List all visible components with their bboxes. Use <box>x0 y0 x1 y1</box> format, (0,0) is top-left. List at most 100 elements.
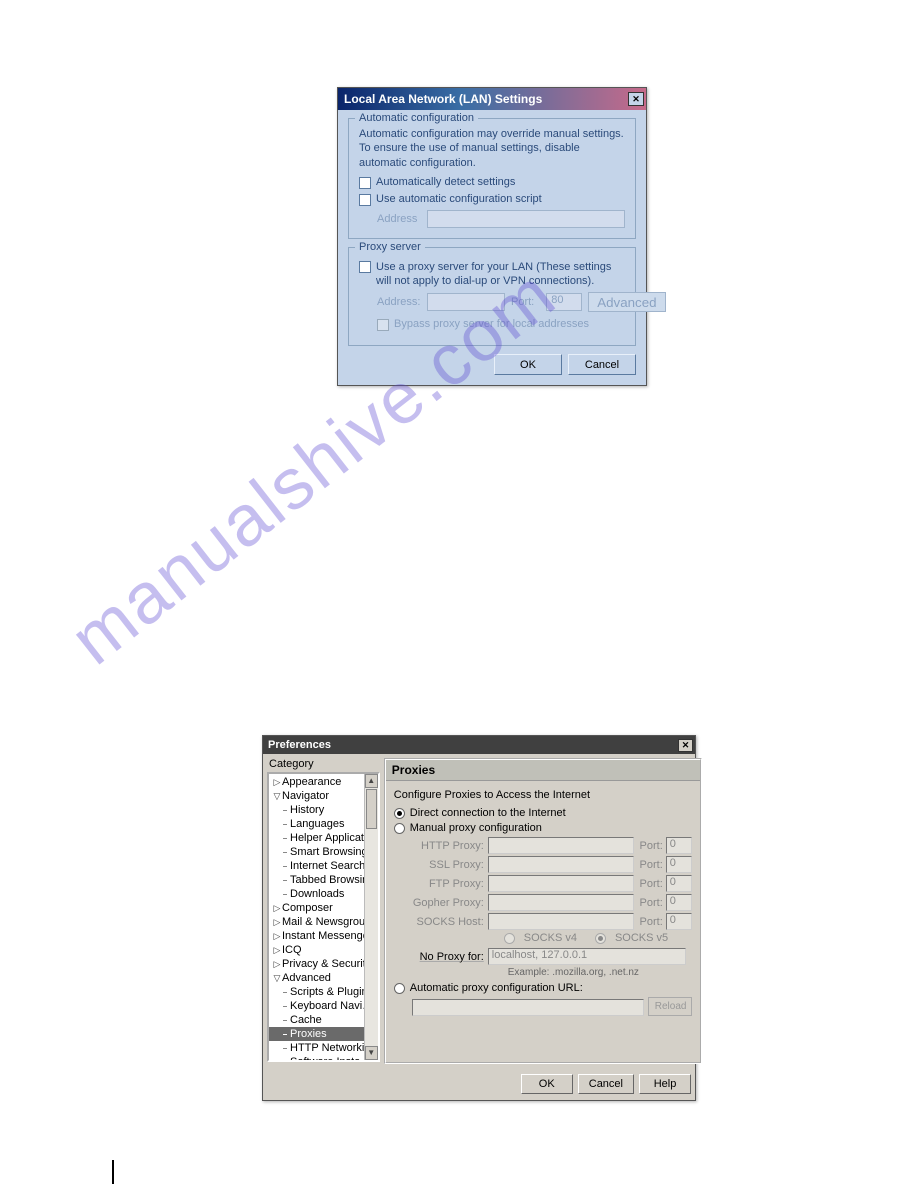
checkbox-icon[interactable] <box>359 261 371 273</box>
tree-item-label: Cache <box>290 1014 322 1026</box>
advanced-button: Advanced <box>588 292 665 312</box>
radio-icon <box>504 933 515 944</box>
scroll-thumb[interactable] <box>366 789 377 829</box>
tree-item[interactable]: Cache <box>269 1013 378 1027</box>
tree-item[interactable]: ▷Mail & Newsgroups <box>269 915 378 929</box>
proxy-address-row: Address: Port: 80 Advanced <box>377 292 625 312</box>
radio-manual-row[interactable]: Manual proxy configuration <box>394 822 692 834</box>
auto-address-row: Address <box>377 210 625 228</box>
radio-icon[interactable] <box>394 983 405 994</box>
socks-host-input <box>488 913 634 930</box>
checkbox-icon[interactable] <box>359 194 371 206</box>
socks-host-label: SOCKS Host: <box>412 916 484 928</box>
auto-detect-label: Automatically detect settings <box>376 176 515 188</box>
radio-direct-row[interactable]: Direct connection to the Internet <box>394 807 692 819</box>
socks-port-input: 0 <box>666 913 692 930</box>
socks4-label: SOCKS v4 <box>524 932 577 944</box>
scroll-down-icon[interactable]: ▼ <box>365 1046 378 1060</box>
tree-item[interactable]: Proxies <box>269 1027 378 1041</box>
tree-item[interactable]: Smart Browsing <box>269 845 378 859</box>
radio-icon[interactable] <box>394 823 405 834</box>
cancel-button[interactable]: Cancel <box>578 1074 634 1094</box>
tree-item[interactable]: HTTP Networking <box>269 1041 378 1055</box>
tree-item-label: Keyboard Navi… <box>290 1000 373 1012</box>
lan-settings-dialog: Local Area Network (LAN) Settings ✕ Auto… <box>337 87 647 386</box>
tree-item[interactable]: Software Insta… <box>269 1055 378 1062</box>
tree-twisty-icon[interactable]: ▷ <box>272 959 282 970</box>
tree-item[interactable]: ▽Advanced <box>269 971 378 985</box>
tree-twisty-icon[interactable]: ▽ <box>272 973 282 984</box>
radio-direct-label: Direct connection to the Internet <box>410 807 566 819</box>
auto-script-row[interactable]: Use automatic configuration script <box>359 193 625 206</box>
auto-detect-row[interactable]: Automatically detect settings <box>359 176 625 189</box>
radio-icon <box>595 933 606 944</box>
proxies-panel: Proxies Configure Proxies to Access the … <box>384 758 702 1064</box>
ok-button[interactable]: OK <box>521 1074 573 1094</box>
bypass-local-label: Bypass proxy server for local addresses <box>394 318 589 330</box>
radio-auto-row[interactable]: Automatic proxy configuration URL: <box>394 982 692 994</box>
category-tree[interactable]: ▷Appearance▽NavigatorHistoryLanguagesHel… <box>267 772 380 1062</box>
pref-right-column: Proxies Configure Proxies to Access the … <box>384 758 702 1064</box>
preferences-dialog: Preferences ✕ Category ▷Appearance▽Navig… <box>262 735 696 1101</box>
tree-twisty-icon[interactable]: ▷ <box>272 945 282 956</box>
tree-twisty-icon[interactable]: ▷ <box>272 777 282 788</box>
panel-header: Proxies <box>386 760 700 781</box>
use-proxy-row[interactable]: Use a proxy server for your LAN (These s… <box>359 260 625 289</box>
tree-item[interactable]: Downloads <box>269 887 378 901</box>
panel-subtitle: Configure Proxies to Access the Internet <box>394 789 692 801</box>
scroll-up-icon[interactable]: ▲ <box>365 774 378 788</box>
tree-item-label: Privacy & Security <box>282 958 371 970</box>
pref-titlebar[interactable]: Preferences ✕ <box>263 736 695 754</box>
tree-scrollbar[interactable]: ▲ ▼ <box>364 774 378 1060</box>
tree-twisty-icon[interactable]: ▷ <box>272 931 282 942</box>
tree-twisty-icon[interactable]: ▷ <box>272 903 282 914</box>
help-button[interactable]: Help <box>639 1074 691 1094</box>
radio-auto-label: Automatic proxy configuration URL: <box>410 982 583 994</box>
tree-item[interactable]: ▷Privacy & Security <box>269 957 378 971</box>
tree-item-label: Scripts & Plugins <box>290 986 373 998</box>
tree-item[interactable]: History <box>269 803 378 817</box>
ftp-port-input: 0 <box>666 875 692 892</box>
tree-item[interactable]: ▽Navigator <box>269 789 378 803</box>
tree-item-label: Proxies <box>290 1028 327 1040</box>
tree-item-label: Languages <box>290 818 344 830</box>
tree-item[interactable]: Tabbed Browsing <box>269 873 378 887</box>
tree-item[interactable]: ▷ICQ <box>269 943 378 957</box>
ssl-proxy-label: SSL Proxy: <box>412 859 484 871</box>
ftp-proxy-label: FTP Proxy: <box>412 878 484 890</box>
pref-footer: OK Cancel Help <box>263 1068 695 1100</box>
close-icon[interactable]: ✕ <box>628 92 644 106</box>
checkbox-icon <box>377 319 389 331</box>
cancel-button[interactable]: Cancel <box>568 354 636 375</box>
tree-item[interactable]: ▷Composer <box>269 901 378 915</box>
tree-item-label: Composer <box>282 902 333 914</box>
tree-item[interactable]: Languages <box>269 817 378 831</box>
automatic-config-desc: Automatic configuration may override man… <box>359 127 625 170</box>
ssl-proxy-row: SSL Proxy: Port: 0 <box>412 856 692 873</box>
no-proxy-label: No Proxy for: <box>412 951 484 963</box>
tree-item-label: Navigator <box>282 790 329 802</box>
tree-twisty-icon[interactable]: ▽ <box>272 791 282 802</box>
tree-item[interactable]: ▷Appearance <box>269 775 378 789</box>
close-icon[interactable]: ✕ <box>678 739 693 752</box>
lan-titlebar[interactable]: Local Area Network (LAN) Settings ✕ <box>338 88 646 110</box>
tree-item-label: History <box>290 804 324 816</box>
ok-button[interactable]: OK <box>494 354 562 375</box>
tree-item[interactable]: Scripts & Plugins <box>269 985 378 999</box>
checkbox-icon[interactable] <box>359 177 371 189</box>
tree-item-label: ICQ <box>282 944 302 956</box>
tree-item[interactable]: Internet Search <box>269 859 378 873</box>
socks-version-row: SOCKS v4 SOCKS v5 <box>504 932 692 944</box>
automatic-config-group: Automatic configuration Automatic config… <box>348 118 636 239</box>
ssl-proxy-input <box>488 856 634 873</box>
tree-item[interactable]: Helper Applicat… <box>269 831 378 845</box>
auto-script-label: Use automatic configuration script <box>376 193 542 205</box>
tree-item[interactable]: Keyboard Navi… <box>269 999 378 1013</box>
radio-icon[interactable] <box>394 808 405 819</box>
proxy-port-input: 80 <box>546 293 582 311</box>
socks5-label: SOCKS v5 <box>615 932 668 944</box>
port-label: Port: <box>640 916 663 928</box>
tree-twisty-icon[interactable]: ▷ <box>272 917 282 928</box>
http-proxy-label: HTTP Proxy: <box>412 840 484 852</box>
tree-item[interactable]: ▷Instant Messenger <box>269 929 378 943</box>
